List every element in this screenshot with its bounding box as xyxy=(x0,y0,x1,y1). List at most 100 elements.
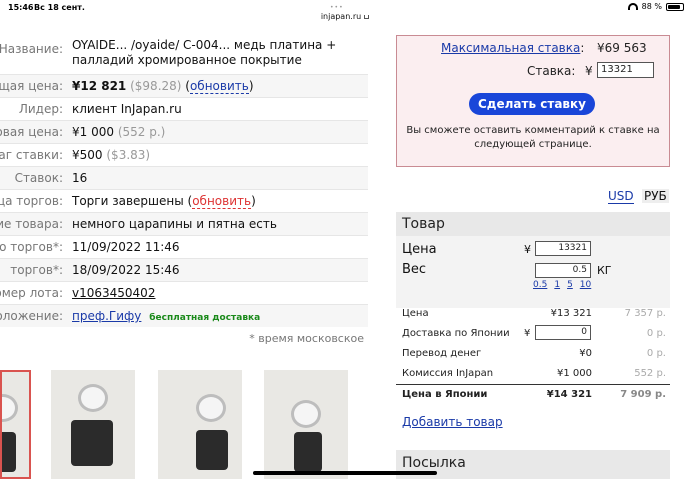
bid-step-value: ¥500 ($3.83) xyxy=(72,148,150,162)
condition-label: ие товара: xyxy=(0,217,63,231)
max-bid-link[interactable]: Максимальная ставка xyxy=(441,41,580,55)
lot-number-label: омер лота: xyxy=(0,286,63,300)
status-label: ца торгов: xyxy=(0,194,63,208)
detail-row-title: Название: OYAIDE... /oyaide/ C-004... ме… xyxy=(0,34,368,72)
thumbnail-3[interactable] xyxy=(158,370,242,479)
weight-preset-10[interactable]: 10 xyxy=(580,280,591,290)
calc-price-input[interactable]: 13321 xyxy=(535,241,591,256)
thumbnail-body xyxy=(196,430,228,470)
auction-status: Торги завершены xyxy=(72,194,184,208)
bids-label: Ставок: xyxy=(14,171,63,185)
lot-number-link[interactable]: v1063450402 xyxy=(72,286,155,300)
thumbnail-2[interactable] xyxy=(51,370,135,479)
status-icons: 88 % xyxy=(627,2,684,11)
detail-row-bid-step: аг ставки: ¥500 ($3.83) xyxy=(0,143,368,166)
title-label: Название: xyxy=(0,42,63,56)
location-link[interactable]: преф.Гифу xyxy=(72,309,141,323)
title-line-1: OYAIDE... /oyaide/ C-004... медь платина… xyxy=(72,38,337,52)
current-price: ¥12 821 xyxy=(72,79,127,93)
add-item-link[interactable]: Добавить товар xyxy=(402,415,503,429)
calc-price-label: Цена xyxy=(402,242,437,257)
bids-value: 16 xyxy=(72,171,88,185)
thumbnail-cap xyxy=(291,400,321,428)
url-text: injapan.ru xyxy=(320,12,362,21)
title-line-2: палладий хромированное покрытие xyxy=(72,53,302,67)
current-price-usd: ($98.28) xyxy=(130,79,182,93)
refresh-price-link[interactable]: обновить xyxy=(189,79,249,94)
bid-currency: ¥ xyxy=(585,64,593,78)
detail-row-lot-number: омер лота: v1063450402 xyxy=(0,281,368,304)
calc-row-total: Цена в Японии ¥14 321 7 909 р. xyxy=(396,384,670,404)
place-bid-button[interactable]: Сделать ставку xyxy=(469,93,595,115)
leader-label: Лидер: xyxy=(18,102,63,116)
calc-total-yen: ¥14 321 xyxy=(546,389,592,400)
weight-preset-0-5[interactable]: 0.5 xyxy=(533,280,547,290)
detail-row-end-time: торгов*: 18/09/2022 15:46 xyxy=(0,258,368,281)
start-price-rub: (552 р.) xyxy=(117,125,166,139)
calc-row-commission: Комиссия InJapan ¥1 000 552 р. xyxy=(396,364,670,384)
detail-row-bids: Ставок: 16 xyxy=(0,166,368,189)
start-time-value: 11/09/2022 11:46 xyxy=(72,240,180,254)
lock-icon xyxy=(364,15,370,19)
calc-row-japan-shipping: Доставка по Японии ¥ 0 0 р. xyxy=(396,324,670,344)
calc-row-name: Перевод денег xyxy=(402,348,482,359)
calc-weight-unit: КГ xyxy=(597,264,612,277)
leader-value: клиент InJapan.ru xyxy=(72,102,182,116)
address-bar[interactable]: injapan.ru xyxy=(0,12,690,21)
detail-row-leader: Лидер: клиент InJapan.ru xyxy=(0,97,368,120)
detail-row-condition: ие товара: немного царапины и пятна есть xyxy=(0,212,368,235)
parcel-title: Посылка xyxy=(396,450,670,479)
location-label: оложение: xyxy=(0,309,63,323)
calc-weight-input[interactable]: 0.5 xyxy=(535,263,591,278)
weight-presets: 0.5 1 5 10 xyxy=(533,280,598,290)
thumbnail-body xyxy=(2,432,16,472)
location-value: преф.Гифу бесплатная доставка xyxy=(72,309,260,323)
calc-total-name: Цена в Японии xyxy=(402,389,488,400)
detail-row-start-price: овая цена: ¥1 000 (552 р.) xyxy=(0,120,368,143)
battery-percent: 88 % xyxy=(641,2,662,11)
bid-step-usd: ($3.83) xyxy=(106,148,151,162)
bid-label: Ставка: xyxy=(527,64,576,78)
currency-rub-toggle[interactable]: РУБ xyxy=(642,189,669,203)
currency-usd-toggle[interactable]: USD xyxy=(608,189,634,204)
calc-row-rub: 0 р. xyxy=(646,348,666,359)
calc-total-rub: 7 909 р. xyxy=(620,389,666,400)
calc-shipping-currency: ¥ xyxy=(524,328,531,339)
bid-note: Вы сможете оставить комментарий к ставке… xyxy=(397,124,669,152)
thumbnail-4[interactable] xyxy=(264,370,348,479)
calc-row-rub: 0 р. xyxy=(646,328,666,339)
weight-preset-1[interactable]: 1 xyxy=(554,280,560,290)
bid-step: ¥500 xyxy=(72,148,103,162)
bid-note-line-2: следующей странице. xyxy=(474,139,592,150)
thumbnail-1[interactable] xyxy=(0,370,31,479)
calc-row-yen: ¥1 000 xyxy=(557,368,592,379)
thumbnail-cap xyxy=(78,384,108,412)
free-shipping-badge: бесплатная доставка xyxy=(149,313,261,323)
start-price: ¥1 000 xyxy=(72,125,114,139)
thumbnail-body xyxy=(71,420,113,466)
battery-icon xyxy=(666,2,684,11)
clock: 15:46 xyxy=(8,3,34,12)
japan-shipping-input[interactable]: 0 xyxy=(535,325,591,340)
refresh-status-link[interactable]: обновить xyxy=(192,194,252,209)
status-value: Торги завершены (обновить) xyxy=(72,194,256,209)
status-bar: 15:46 Вс 18 сент. ••• injapan.ru 88 % xyxy=(0,0,690,26)
weight-preset-5[interactable]: 5 xyxy=(567,280,573,290)
max-bid-line: Максимальная ставка: xyxy=(441,41,585,55)
end-time-value: 18/09/2022 15:46 xyxy=(72,263,180,277)
max-bid-value: ¥69 563 xyxy=(597,41,647,55)
home-indicator[interactable] xyxy=(253,471,437,475)
multitask-dots-icon[interactable]: ••• xyxy=(330,4,344,11)
bid-panel: Максимальная ставка: ¥69 563 Ставка: ¥ 1… xyxy=(396,35,670,167)
calc-row-yen: ¥13 321 xyxy=(550,308,592,319)
price-calculator: Товар Цена ¥ 13321 Вес 0.5 КГ 0.5 1 5 10 Це… xyxy=(396,212,670,479)
start-price-value: ¥1 000 (552 р.) xyxy=(72,125,165,139)
current-price-label: ущая цена: xyxy=(0,79,63,93)
calc-weight-label: Вес xyxy=(402,262,427,277)
moscow-time-note: * время московское xyxy=(249,332,364,345)
thumbnail-cap xyxy=(2,394,18,422)
detail-row-current-price: ущая цена: ¥12 821 ($98.28) (обновить) xyxy=(0,74,368,97)
detail-row-start-time: о торгов*: 11/09/2022 11:46 xyxy=(0,235,368,258)
wifi-icon xyxy=(627,3,638,10)
bid-input[interactable]: 13321 xyxy=(597,62,654,78)
